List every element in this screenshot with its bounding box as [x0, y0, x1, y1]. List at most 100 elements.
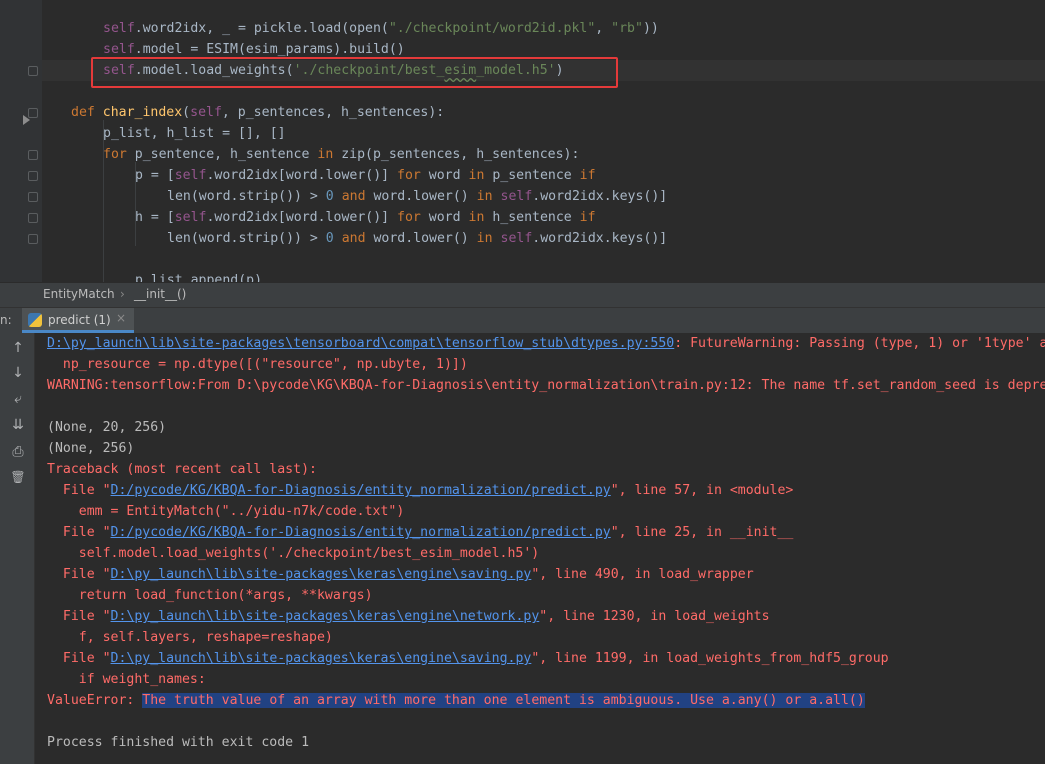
text-segment: self.model.load_weights('./checkpoint/be…: [47, 546, 540, 561]
text-segment: in: [468, 168, 493, 183]
arrow-up-icon[interactable]: ↑: [9, 339, 27, 357]
file-link[interactable]: D:\py_launch\lib\site-packages\keras\eng…: [111, 567, 532, 582]
console-line: np_resource = np.dtype([("resource", np.…: [47, 354, 468, 375]
text-segment: p = [: [135, 168, 175, 183]
text-segment: word: [428, 210, 469, 225]
scroll-to-end-icon[interactable]: ⇊: [9, 416, 27, 434]
text-segment: .word2idx[word.lower()]: [206, 210, 398, 225]
text-segment: File ": [47, 525, 111, 540]
text-segment: ", line 25, in __init__: [610, 525, 794, 540]
run-tool-window-header: n: predict (1) ×: [0, 307, 1045, 334]
text-segment: word.lower(): [373, 189, 477, 204]
file-link[interactable]: D:\py_launch\lib\site-packages\keras\eng…: [111, 651, 532, 666]
text-segment: ", line 1230, in load_weights: [539, 609, 770, 624]
text-segment: zip(p_sentences, h_sentences):: [341, 147, 580, 162]
console-line: WARNING:tensorflow:From D:\pycode\KG\KBQ…: [47, 375, 1045, 396]
file-link[interactable]: D:\py_launch\lib\site-packages\keras\eng…: [111, 609, 540, 624]
soft-wrap-icon[interactable]: ⤶: [9, 390, 27, 408]
text-segment: f, self.layers, reshape=reshape): [47, 630, 333, 645]
text-segment: (None, 20, 256): [47, 420, 167, 435]
run-tab-predict[interactable]: predict (1) ×: [22, 308, 134, 333]
file-link[interactable]: D:/pycode/KG/KBQA-for-Diagnosis/entity_n…: [111, 525, 611, 540]
fold-marker-icon[interactable]: [28, 150, 38, 160]
code-line: p_list, h_list = [], []: [103, 123, 286, 144]
file-link[interactable]: D:/pycode/KG/KBQA-for-Diagnosis/entity_n…: [111, 483, 611, 498]
text-segment: self: [103, 21, 135, 36]
text-segment: "./checkpoint/word2id.pkl": [388, 21, 596, 36]
console-line: File "D:\py_launch\lib\site-packages\ker…: [47, 606, 770, 627]
text-segment: h_sentence: [492, 210, 580, 225]
fold-marker-icon[interactable]: [28, 192, 38, 202]
console-line: Traceback (most recent call last):: [47, 459, 317, 480]
text-segment: for: [397, 210, 429, 225]
text-segment: 0: [325, 189, 334, 204]
tab-label: predict (1): [48, 313, 111, 327]
run-gutter-icon[interactable]: [23, 115, 30, 125]
editor-gutter: [0, 0, 42, 282]
text-segment: in: [468, 210, 493, 225]
text-segment: File ": [47, 651, 111, 666]
text-segment: for: [103, 147, 135, 162]
code-line: len(word.strip()) > 0 and word.lower() i…: [167, 228, 667, 249]
print-icon[interactable]: ⎙: [9, 443, 27, 461]
text-segment: .word2idx.keys()]: [532, 231, 668, 246]
text-segment: 0: [325, 231, 334, 246]
code-line: p_list.append(p): [135, 270, 262, 282]
close-icon[interactable]: ×: [116, 311, 126, 325]
breadcrumb-class[interactable]: EntityMatch: [43, 287, 115, 301]
console-line: (None, 256): [47, 438, 134, 459]
console-line: D:\py_launch\lib\site-packages\tensorboa…: [47, 333, 1045, 354]
annotation-highlight-box: [91, 57, 618, 88]
text-segment: .word2idx[word.lower()]: [206, 168, 398, 183]
text-segment: self: [500, 189, 533, 204]
breadcrumb-separator: ›: [120, 287, 125, 301]
text-segment: .word2idx, _ = pickle.load(: [134, 21, 350, 36]
text-segment: self: [174, 168, 207, 183]
text-segment: if: [579, 210, 596, 225]
trash-icon[interactable]: 🗑: [9, 468, 27, 486]
console-line: f, self.layers, reshape=reshape): [47, 627, 333, 648]
fold-marker-icon[interactable]: [28, 234, 38, 244]
text-segment: word.lower(): [373, 231, 477, 246]
text-segment: emm = EntityMatch("../yidu-n7k/code.txt"…: [47, 504, 405, 519]
breadcrumb-method[interactable]: __init__(): [134, 287, 186, 301]
console-line: ValueError: The truth value of an array …: [47, 690, 865, 711]
text-segment: open(: [349, 21, 389, 36]
text-segment: len(word.strip()) >: [167, 231, 326, 246]
text-segment: p_list.append(p): [135, 273, 263, 282]
ide-window: self.word2idx, _ = pickle.load(open("./c…: [0, 0, 1045, 764]
code-line: len(word.strip()) > 0 and word.lower() i…: [167, 186, 667, 207]
text-segment: self: [174, 210, 207, 225]
text-segment: , p_sentences, h_sentences):: [221, 105, 445, 120]
text-segment: (None, 256): [47, 441, 135, 456]
fold-marker-icon[interactable]: [28, 213, 38, 223]
code-editor[interactable]: self.word2idx, _ = pickle.load(open("./c…: [0, 0, 1045, 282]
text-segment: "rb": [611, 21, 643, 36]
text-segment: len(word.strip()) >: [167, 189, 326, 204]
text-segment: Traceback (most recent call last):: [47, 462, 317, 477]
text-segment: File ": [47, 483, 111, 498]
text-segment: return load_function(*args, **kwargs): [47, 588, 373, 603]
code-line: h = [self.word2idx[word.lower()] for wor…: [135, 207, 596, 228]
fold-marker-icon[interactable]: [28, 171, 38, 181]
text-segment: in: [476, 189, 501, 204]
arrow-down-icon[interactable]: ↓: [9, 364, 27, 382]
text-segment: File ": [47, 609, 111, 624]
text-segment: if: [579, 168, 596, 183]
console-output[interactable]: D:\py_launch\lib\site-packages\tensorboa…: [35, 333, 1045, 764]
text-segment: .model = ESIM(esim_params).build(): [134, 42, 405, 57]
console-line: File "D:\py_launch\lib\site-packages\ker…: [47, 648, 889, 669]
text-segment: ", line 490, in load_wrapper: [531, 567, 754, 582]
text-segment: p_sentence: [492, 168, 580, 183]
text-segment: self: [103, 42, 135, 57]
breadcrumb: EntityMatch › __init__(): [0, 282, 1045, 307]
text-segment: def: [71, 105, 103, 120]
fold-marker-icon[interactable]: [28, 66, 38, 76]
console-line: (None, 20, 256): [47, 417, 166, 438]
text-segment: in: [317, 147, 342, 162]
text-segment: ValueError:: [47, 693, 143, 708]
code-line: p = [self.word2idx[word.lower()] for wor…: [135, 165, 596, 186]
python-icon: [28, 313, 42, 327]
file-link[interactable]: D:\py_launch\lib\site-packages\tensorboa…: [47, 336, 674, 351]
console-line: return load_function(*args, **kwargs): [47, 585, 373, 606]
